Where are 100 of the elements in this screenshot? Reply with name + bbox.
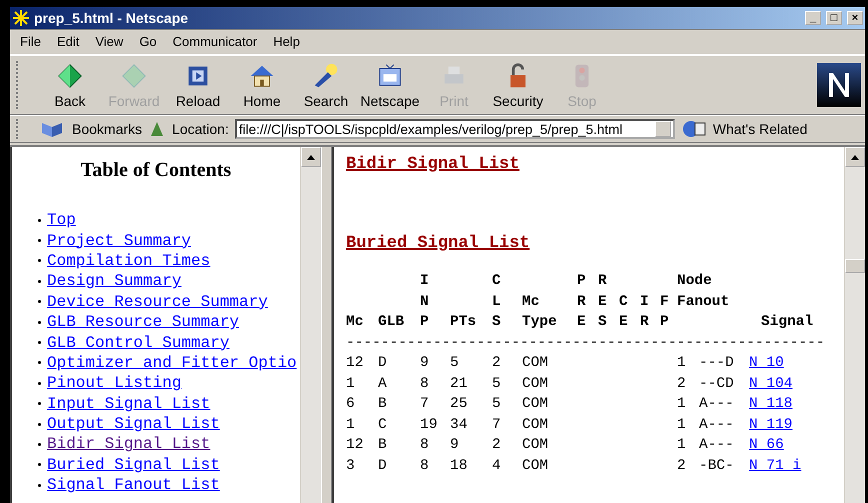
table-cell: 8 xyxy=(420,437,429,453)
window-control-button[interactable]: □ xyxy=(826,11,842,25)
table-cell: 2 xyxy=(492,437,501,453)
table-cell: 2 xyxy=(677,458,686,474)
column-header: R xyxy=(577,292,587,312)
table-cell: 7 xyxy=(420,396,429,412)
toc-link[interactable]: Top xyxy=(47,211,76,230)
window-control-button[interactable]: _ xyxy=(805,11,821,25)
toc-link[interactable]: Project Summary xyxy=(47,232,192,250)
menu-item[interactable]: Help xyxy=(267,32,306,51)
table-cell: COM xyxy=(522,437,548,453)
table-cell: A--- xyxy=(699,437,734,453)
column-header: Mc xyxy=(522,292,540,312)
toc-link[interactable]: Signal Fanout List xyxy=(47,476,220,494)
table-cell: C xyxy=(378,416,387,432)
column-header: E xyxy=(598,292,608,312)
table-cell: 8 xyxy=(420,458,429,474)
scrollbar[interactable] xyxy=(300,147,321,503)
table-cell: 4 xyxy=(492,458,501,474)
whats-related-button[interactable]: What's Related xyxy=(712,121,808,137)
table-cell: B xyxy=(378,437,387,453)
table-cell: COM xyxy=(522,416,548,432)
table-cell: COM xyxy=(522,396,548,412)
scroll-up-button[interactable] xyxy=(845,147,865,167)
table-cell: 7 xyxy=(492,416,501,432)
toc-link[interactable]: Output Signal List xyxy=(47,415,220,434)
toolbar-button[interactable]: Home xyxy=(230,61,294,109)
toolbar-button[interactable]: Reload xyxy=(166,61,230,109)
column-header: R xyxy=(640,313,650,332)
table-cell: 18 xyxy=(450,458,468,474)
location-label: Location: xyxy=(172,121,229,137)
netscape-app-icon xyxy=(12,9,30,27)
column-header: Type xyxy=(522,313,558,332)
table-cell: D xyxy=(378,355,387,371)
table-cell: 1 xyxy=(346,416,355,432)
toolbar-button[interactable]: Security xyxy=(486,61,550,109)
table-cell: 25 xyxy=(450,396,468,412)
toc-link[interactable]: Compilation Times xyxy=(47,252,210,270)
table-cell: COM xyxy=(522,458,548,474)
table-cell: 12 xyxy=(346,355,364,371)
table-cell: 9 xyxy=(450,437,459,453)
toc-link[interactable]: Input Signal List xyxy=(47,394,210,413)
signal-link[interactable]: N 10 xyxy=(749,355,784,371)
table-cell: --CD xyxy=(699,376,734,392)
table-cell: 2 xyxy=(492,355,501,371)
signal-link[interactable]: N 66 xyxy=(749,437,784,453)
toc-link[interactable]: GLB Control Summary xyxy=(47,334,230,352)
toc-link[interactable]: Design Summary xyxy=(47,272,182,290)
column-header: N xyxy=(420,292,430,312)
table-cell: 34 xyxy=(450,416,468,432)
table-cell: 12 xyxy=(346,437,364,453)
frame-splitter[interactable] xyxy=(321,147,332,503)
toc-link[interactable]: Buried Signal List xyxy=(47,456,220,474)
scrollbar[interactable] xyxy=(844,147,865,503)
bookmarks-button[interactable]: Bookmarks xyxy=(72,121,142,137)
table-cell: 5 xyxy=(492,376,501,392)
toolbar-button[interactable]: Search xyxy=(294,61,358,109)
column-header: P xyxy=(660,313,670,332)
table-cell: 1 xyxy=(677,437,686,453)
table-cell: 1 xyxy=(346,376,355,392)
table-cell: 2 xyxy=(677,376,686,392)
column-header: F xyxy=(660,292,670,312)
column-header: I xyxy=(420,272,430,291)
scrollbar-thumb[interactable] xyxy=(845,259,865,273)
menu-item[interactable]: View xyxy=(89,32,130,51)
url-field[interactable]: file:///C|/ispTOOLS/ispcpld/examples/verilog/prep_5/prep_5.html xyxy=(234,119,675,139)
signal-link[interactable]: N 104 xyxy=(749,376,793,392)
signal-link[interactable]: N 119 xyxy=(749,416,793,432)
table-cell: -BC- xyxy=(699,458,734,474)
menu-item[interactable]: Edit xyxy=(50,32,86,51)
menu-item[interactable]: Go xyxy=(133,32,163,51)
toolbar-button[interactable]: Netscape xyxy=(358,61,422,109)
column-header: Node xyxy=(677,272,713,291)
window-title: prep_5.html - Netscape xyxy=(34,10,190,26)
menu-item[interactable]: File xyxy=(14,32,47,51)
globe-icon[interactable] xyxy=(680,119,707,139)
column-header: E xyxy=(577,313,587,332)
table-cell: 1 xyxy=(677,396,686,412)
column-header: R xyxy=(598,272,608,291)
column-header: P xyxy=(420,313,430,332)
scroll-up-button[interactable] xyxy=(301,147,321,167)
signal-link[interactable]: N 118 xyxy=(749,396,793,412)
toc-link[interactable]: GLB Resource Summary xyxy=(47,313,240,332)
up-arrow-icon xyxy=(307,154,315,160)
up-arrow-icon xyxy=(851,154,859,160)
column-header: C xyxy=(492,272,502,291)
toc-link[interactable]: Bidir Signal List xyxy=(47,435,210,454)
toc-link[interactable]: Device Resource Summary xyxy=(47,292,268,311)
toc-link[interactable]: Optimizer and Fitter Optio xyxy=(47,354,297,372)
section-heading: Bidir Signal List xyxy=(346,155,520,174)
signal-link[interactable]: N 71 i xyxy=(749,458,802,474)
menu-item[interactable]: Communicator xyxy=(166,32,264,51)
toc-link[interactable]: Pinout Listing xyxy=(47,374,182,392)
toolbar-button[interactable]: Back xyxy=(38,61,102,109)
column-header: I xyxy=(640,292,650,312)
window-control-button[interactable]: × xyxy=(847,11,863,25)
column-header: PTs xyxy=(450,313,478,332)
table-cell: A--- xyxy=(699,416,734,432)
column-header: E xyxy=(619,313,629,332)
table-cell: 5 xyxy=(492,396,501,412)
